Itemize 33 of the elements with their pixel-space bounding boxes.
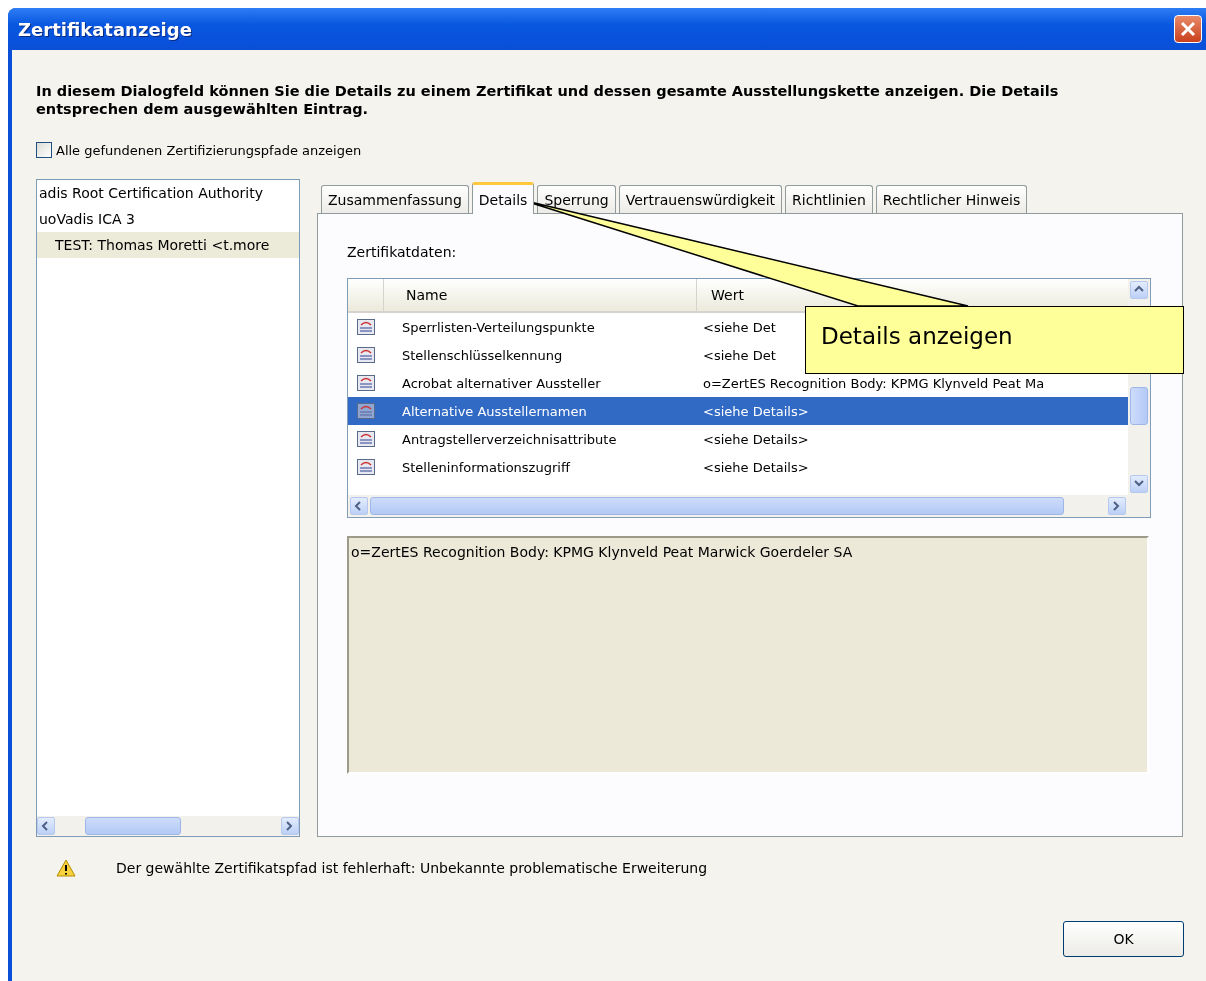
table-cell-text: <siehe Details> bbox=[702, 403, 809, 419]
table-row[interactable]: Alternative Ausstellernamen <siehe Details> bbox=[348, 397, 1128, 425]
tab[interactable]: Vertrauenswürdigkeit bbox=[618, 185, 783, 213]
table-cell-text: Stellenschlüsselkennung bbox=[401, 347, 564, 363]
status-message: Der gewählte Zertifikatspfad ist fehlerhaft: Unbekannte problematische Erweiterung bbox=[116, 860, 708, 876]
description-text: In diesem Dialogfeld können Sie die Details zu einem Zertifikat und dessen gesamte Ausstellungskette anzeigen. Die Details entsprechen dem ausgewählten Eintrag. bbox=[36, 82, 1060, 118]
table-cell-text: <siehe Details> bbox=[702, 459, 809, 475]
table-cell-text: Sperrlisten-Verteilungspunkte bbox=[401, 319, 596, 335]
tree-item[interactable]: uoVadis ICA 3 bbox=[37, 206, 299, 232]
tab[interactable]: Rechtlicher Hinweis bbox=[875, 185, 1028, 213]
window-title: Zertifikatanzeige bbox=[18, 18, 192, 40]
tree-item[interactable]: adis Root Certification Authority bbox=[37, 180, 299, 206]
table-cell-text: <siehe Details> bbox=[702, 431, 809, 447]
checkbox-label: Alle gefundenen Zertifizierungspfade anzeigen bbox=[56, 142, 362, 158]
table-cell-text: Stelleninformationszugriff bbox=[401, 459, 572, 475]
table-cell-text: o=ZertES Recognition Body: KPMG Klynveld Peat Ma bbox=[702, 375, 1045, 391]
table-cell-text: Antragstellerverzeichnisattribute bbox=[401, 431, 618, 447]
tab[interactable]: Sperrung bbox=[537, 185, 616, 213]
field-label: Zertifikatdaten: bbox=[347, 244, 458, 260]
tab[interactable]: Richtlinien bbox=[785, 185, 873, 213]
table-cell-text: Alternative Ausstellernamen bbox=[401, 403, 588, 419]
table-cell-text: <siehe Det bbox=[702, 319, 776, 335]
ok-button[interactable]: OK bbox=[1063, 921, 1184, 957]
table-row[interactable]: Antragstellerverzeichnisattribute <siehe Details> bbox=[348, 425, 1128, 453]
tree-item[interactable]: TEST: Thomas Moretti <t.more bbox=[37, 232, 299, 258]
column-header[interactable]: Name bbox=[384, 279, 697, 311]
table-row[interactable]: Stelleninformationszugriff <siehe Details> bbox=[348, 453, 1128, 481]
detail-field[interactable]: o=ZertES Recognition Body: KPMG Klynveld Peat Marwick Goerdeler SA bbox=[347, 536, 1149, 774]
tab[interactable]: Zusammenfassung bbox=[321, 185, 469, 213]
details-tooltip: Details anzeigen bbox=[805, 306, 1184, 374]
tab[interactable]: Details bbox=[471, 182, 535, 214]
table-cell-text: <siehe Det bbox=[702, 347, 776, 363]
table-cell-text: Acrobat alternativer Aussteller bbox=[401, 375, 602, 391]
